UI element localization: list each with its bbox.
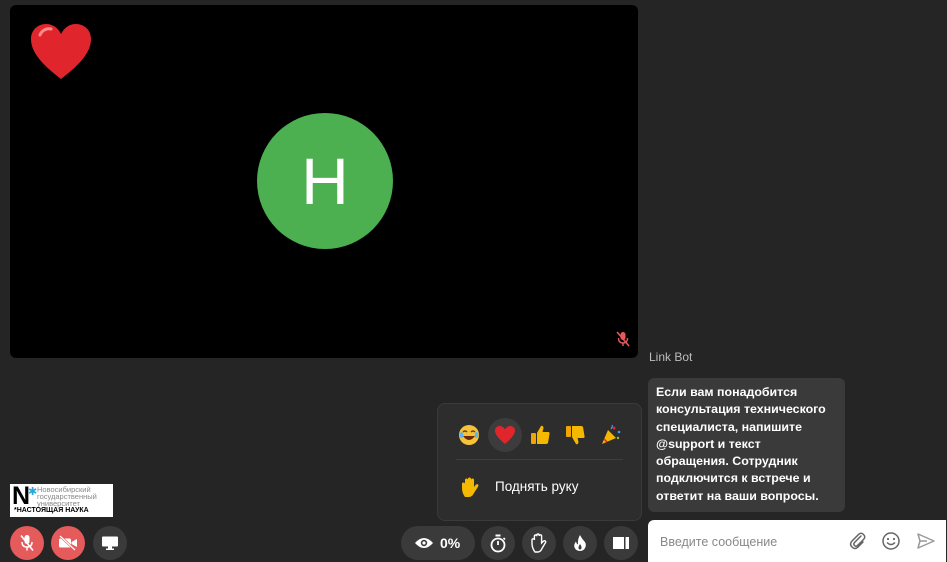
participant-avatar: H	[257, 113, 393, 249]
raised-hand-icon	[462, 477, 479, 497]
chat-sender-name: Link Bot	[649, 350, 693, 364]
heart-emoji[interactable]	[488, 418, 522, 452]
party-emoji[interactable]	[594, 418, 628, 452]
university-logo: N ✱ Новосибирский государственный универ…	[10, 484, 113, 517]
camera-off-icon	[59, 535, 77, 551]
layout-button[interactable]	[604, 526, 638, 560]
video-tile: H	[10, 5, 638, 358]
heart-icon	[31, 24, 91, 79]
chat-input-bar	[648, 520, 946, 562]
eye-icon	[415, 538, 433, 548]
reactions-popup: Поднять руку	[437, 403, 642, 521]
chat-message: Если вам понадобится консультация технич…	[648, 378, 845, 513]
paperclip-icon[interactable]	[848, 531, 868, 551]
smile-icon[interactable]	[881, 531, 901, 551]
fire-icon	[574, 535, 586, 551]
views-counter[interactable]: 0%	[401, 526, 475, 560]
raise-hand-option[interactable]: Поднять руку	[456, 470, 626, 504]
thumbs-up-emoji[interactable]	[523, 418, 557, 452]
layout-icon	[613, 537, 629, 549]
fire-button[interactable]	[563, 526, 597, 560]
logo-tagline: *НАСТОЯЩАЯ НАУКА	[14, 507, 89, 514]
emoji-row	[446, 418, 636, 452]
mic-off-icon	[20, 535, 34, 551]
hand-icon	[531, 533, 547, 553]
thumbs-down-emoji[interactable]	[558, 418, 592, 452]
mic-off-button[interactable]	[10, 526, 44, 560]
mic-off-icon	[616, 331, 630, 347]
timer-button[interactable]	[481, 526, 515, 560]
stopwatch-icon	[490, 534, 506, 552]
raise-hand-label: Поднять руку	[495, 479, 579, 494]
views-percent: 0%	[440, 535, 461, 551]
popup-divider	[456, 459, 623, 460]
monitor-icon	[102, 536, 118, 550]
raise-hand-button[interactable]	[522, 526, 556, 560]
message-input[interactable]	[658, 532, 842, 552]
laugh-emoji[interactable]	[452, 418, 486, 452]
camera-off-button[interactable]	[51, 526, 85, 560]
send-icon[interactable]	[916, 531, 936, 551]
logo-star-icon: ✱	[28, 486, 38, 498]
screen-share-button[interactable]	[93, 526, 127, 560]
